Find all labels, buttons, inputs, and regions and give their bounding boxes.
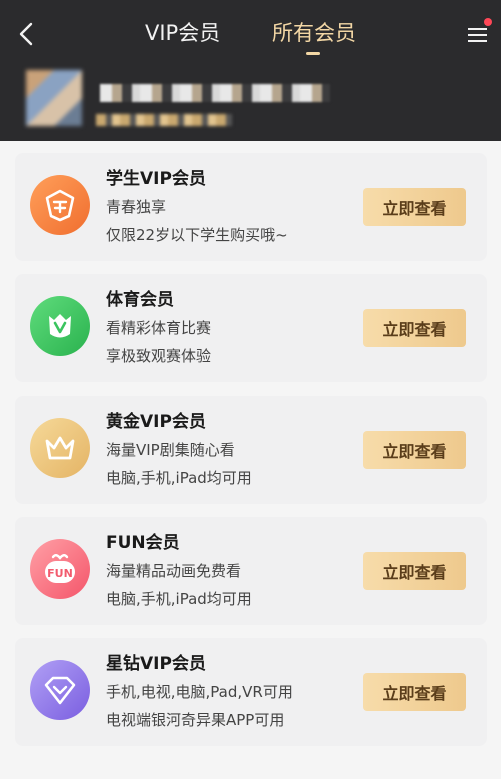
view-now-button[interactable]: 立即查看 — [363, 188, 466, 226]
active-tab-indicator — [306, 52, 320, 55]
card-desc: 手机,电视,电脑,Pad,VR可用 — [106, 683, 293, 701]
menu-button[interactable] — [467, 18, 492, 46]
card-desc-secondary: 电视端银河奇异果APP可用 — [106, 711, 285, 729]
user-name-blurred — [100, 84, 330, 102]
menu-icon-bar — [468, 40, 487, 42]
fun-badge-icon: FUN — [30, 539, 90, 599]
membership-card-student[interactable]: 学生VIP会员 青春独享 仅限22岁以下学生购买哦~ 立即查看 — [15, 153, 487, 261]
menu-icon-bar — [468, 34, 487, 36]
gold-crown-icon — [30, 418, 90, 478]
avatar[interactable] — [26, 70, 82, 126]
card-desc: 海量VIP剧集随心看 — [106, 441, 235, 459]
back-button[interactable] — [14, 20, 38, 48]
tab-all-memberships[interactable]: 所有会员 — [272, 18, 356, 48]
card-title: FUN会员 — [106, 533, 180, 553]
membership-card-sports[interactable]: 体育会员 看精彩体育比赛 享极致观赛体验 立即查看 — [15, 274, 487, 382]
card-desc: 海量精品动画免费看 — [106, 562, 242, 580]
card-desc-secondary: 电脑,手机,iPad均可用 — [106, 590, 252, 608]
view-now-button[interactable]: 立即查看 — [363, 431, 466, 469]
view-now-button[interactable]: 立即查看 — [363, 552, 466, 590]
app-header: VIP会员 所有会员 — [0, 0, 501, 141]
membership-card-gold[interactable]: 黄金VIP会员 海量VIP剧集随心看 电脑,手机,iPad均可用 立即查看 — [15, 396, 487, 504]
card-title: 学生VIP会员 — [106, 169, 206, 189]
card-desc-secondary: 享极致观赛体验 — [106, 347, 212, 365]
menu-icon — [468, 28, 487, 30]
card-title: 星钻VIP会员 — [106, 654, 206, 674]
tab-vip-membership[interactable]: VIP会员 — [145, 18, 220, 48]
card-desc-secondary: 仅限22岁以下学生购买哦~ — [106, 226, 288, 244]
card-title: 体育会员 — [106, 290, 174, 310]
svg-text:FUN: FUN — [47, 567, 73, 580]
student-shield-icon — [30, 175, 90, 235]
diamond-icon — [30, 660, 90, 720]
card-desc-secondary: 电脑,手机,iPad均可用 — [106, 469, 252, 487]
membership-card-fun[interactable]: FUN FUN会员 海量精品动画免费看 电脑,手机,iPad均可用 立即查看 — [15, 517, 487, 625]
card-desc: 青春独享 — [106, 198, 167, 216]
membership-card-star-diamond[interactable]: 星钻VIP会员 手机,电视,电脑,Pad,VR可用 电视端银河奇异果APP可用 … — [15, 638, 487, 746]
card-title: 黄金VIP会员 — [106, 412, 206, 432]
view-now-button[interactable]: 立即查看 — [363, 673, 466, 711]
view-now-button[interactable]: 立即查看 — [363, 309, 466, 347]
notification-dot — [484, 18, 492, 26]
sports-v-icon — [30, 296, 90, 356]
user-info-blurred — [96, 114, 232, 126]
card-desc: 看精彩体育比赛 — [106, 319, 212, 337]
chevron-left-icon — [19, 22, 33, 46]
